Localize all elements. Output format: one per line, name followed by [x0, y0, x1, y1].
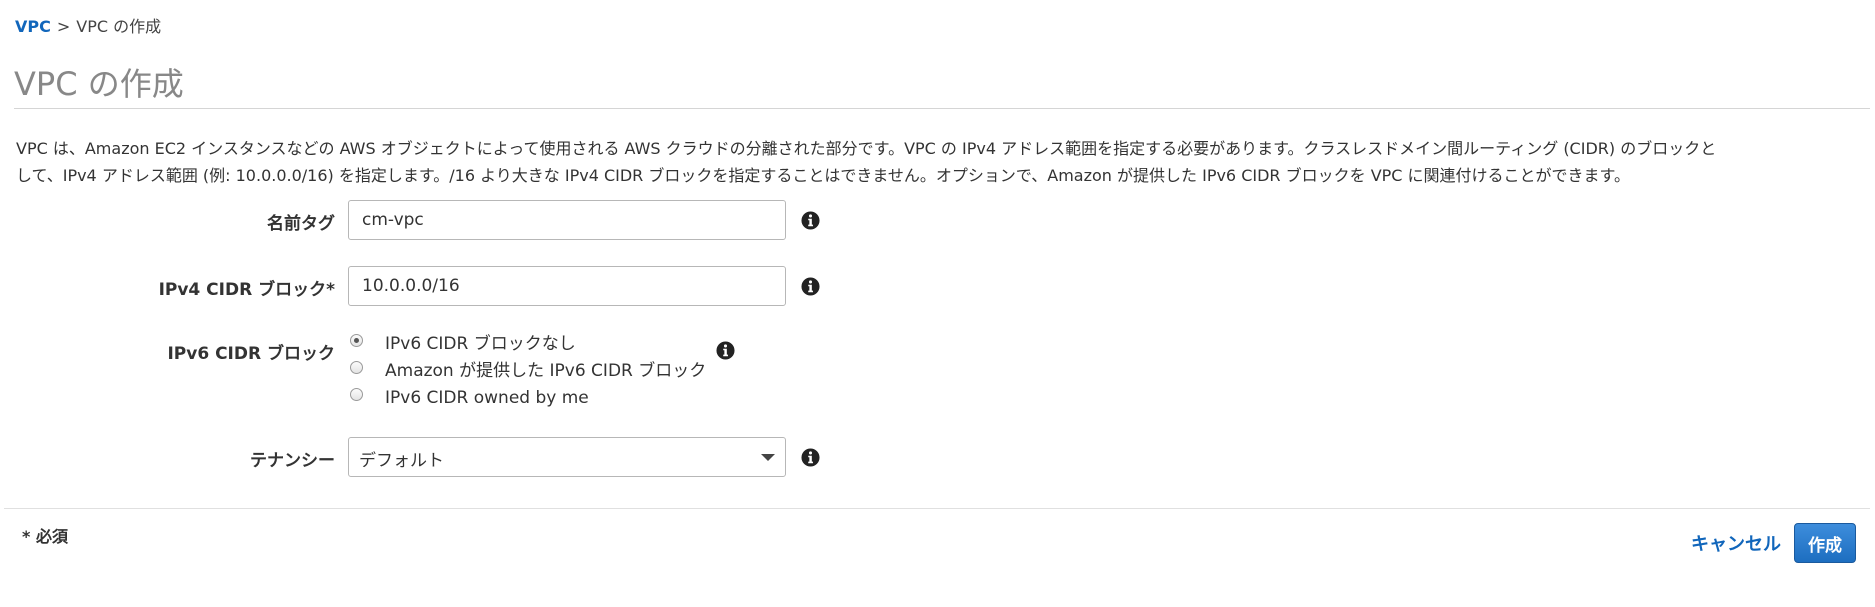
breadcrumb-separator: > [56, 17, 71, 36]
ipv6-option-none[interactable]: IPv6 CIDR ブロックなし [350, 330, 706, 357]
breadcrumb: VPC > VPC の作成 [15, 16, 161, 38]
name-tag-input[interactable] [348, 200, 786, 240]
radio-label: Amazon が提供した IPv6 CIDR ブロック [385, 360, 707, 381]
tenancy-label: テナンシー [250, 451, 335, 471]
info-icon[interactable] [801, 277, 820, 296]
title-divider [14, 108, 1870, 109]
info-icon[interactable] [716, 341, 735, 360]
ipv6-option-amazon[interactable]: Amazon が提供した IPv6 CIDR ブロック [350, 357, 706, 384]
breadcrumb-link-vpc[interactable]: VPC [15, 17, 51, 36]
info-icon[interactable] [801, 211, 820, 230]
ipv4-cidr-row: IPv4 CIDR ブロック* [0, 266, 900, 308]
page-description: VPC は、Amazon EC2 インスタンスなどの AWS オブジェクトによっ… [16, 135, 1875, 189]
page-title: VPC の作成 [14, 65, 184, 103]
description-line-2: して、IPv4 アドレス範囲 (例: 10.0.0.0/16) を指定します。/… [16, 166, 1630, 185]
radio-button[interactable] [350, 334, 363, 347]
info-icon[interactable] [801, 448, 820, 467]
ipv6-option-owned[interactable]: IPv6 CIDR owned by me [350, 384, 706, 411]
description-line-1: VPC は、Amazon EC2 インスタンスなどの AWS オブジェクトによっ… [16, 139, 1717, 158]
name-tag-label: 名前タグ [267, 214, 335, 234]
radio-label: IPv6 CIDR owned by me [385, 387, 589, 408]
ipv6-cidr-row: IPv6 CIDR ブロック IPv6 CIDR ブロックなし Amazon が… [0, 330, 900, 414]
ipv4-cidr-input[interactable] [348, 266, 786, 306]
cancel-button[interactable]: キャンセル [1691, 530, 1781, 556]
tenancy-row: テナンシー デフォルト [0, 437, 900, 479]
tenancy-select[interactable]: デフォルト [348, 437, 786, 477]
required-note: * 必須 [22, 527, 68, 546]
footer-divider [4, 508, 1870, 509]
radio-button[interactable] [350, 361, 363, 374]
breadcrumb-current: VPC の作成 [76, 17, 162, 36]
ipv6-cidr-label: IPv6 CIDR ブロック [167, 344, 335, 364]
ipv6-cidr-radio-group: IPv6 CIDR ブロックなし Amazon が提供した IPv6 CIDR … [350, 330, 706, 411]
radio-button[interactable] [350, 388, 363, 401]
ipv4-cidr-label: IPv4 CIDR ブロック* [158, 280, 335, 300]
radio-label: IPv6 CIDR ブロックなし [385, 333, 576, 354]
create-button[interactable]: 作成 [1794, 523, 1856, 563]
tenancy-selected-value: デフォルト [359, 451, 444, 471]
chevron-down-icon [761, 454, 775, 461]
name-tag-row: 名前タグ [0, 200, 900, 242]
